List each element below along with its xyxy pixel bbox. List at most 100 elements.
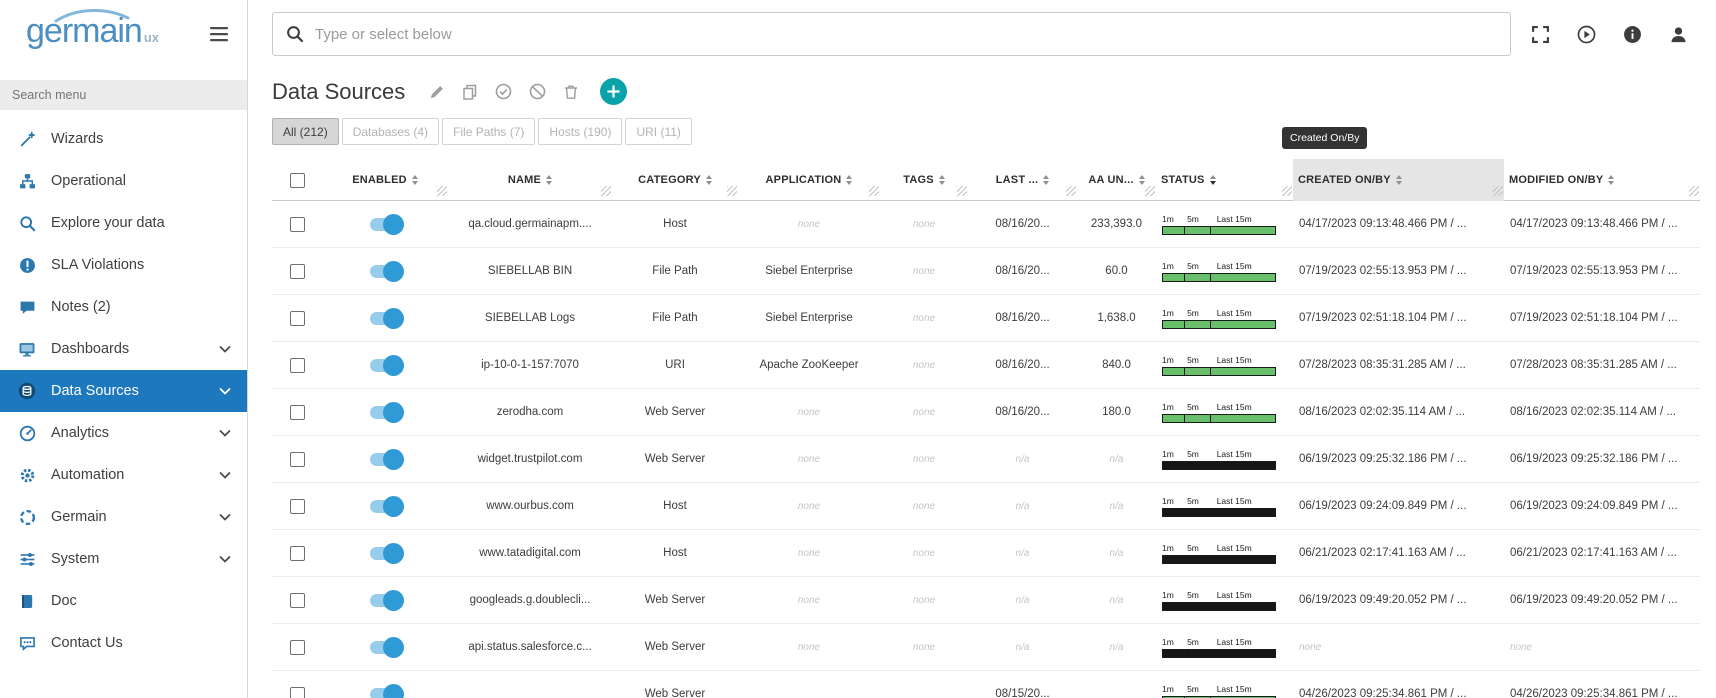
sort-icon[interactable] (706, 175, 712, 185)
sidebar-item-sla-violations[interactable]: SLA Violations (0, 244, 247, 286)
column-header-modified[interactable]: MODIFIED ON/BY (1504, 159, 1700, 201)
row-checkbox[interactable] (290, 358, 305, 373)
sort-icon[interactable] (1396, 175, 1402, 185)
column-header-status[interactable]: STATUS (1156, 159, 1293, 201)
enabled-toggle[interactable] (370, 500, 400, 513)
column-resize-handle[interactable] (1689, 186, 1699, 196)
sort-icon[interactable] (1043, 175, 1049, 185)
row-checkbox[interactable] (290, 546, 305, 561)
name-cell[interactable]: SIEBELLAB Logs (448, 295, 612, 341)
name-cell[interactable]: qa.cloud.germainapm.... (448, 201, 612, 247)
name-cell[interactable]: SIEBELLAB BIN (448, 248, 612, 294)
name-cell[interactable]: www.ourbus.com (448, 483, 612, 529)
row-checkbox[interactable] (290, 687, 305, 698)
hamburger-menu-icon[interactable] (209, 26, 229, 42)
approve-icon[interactable] (495, 83, 512, 100)
sidebar-item-automation[interactable]: Automation (0, 454, 247, 496)
sort-icon[interactable] (939, 175, 945, 185)
sidebar-item-data-sources[interactable]: Data Sources (0, 370, 247, 412)
user-icon[interactable] (1669, 25, 1688, 44)
row-checkbox[interactable] (290, 217, 305, 232)
column-header-tags[interactable]: TAGS (880, 159, 968, 201)
sort-icon[interactable] (546, 175, 552, 185)
table-row[interactable]: Web Server 08/15/20... 1m5mLast 15m 04/2… (272, 671, 1700, 698)
tab-databases[interactable]: Databases (4) (342, 118, 439, 145)
table-row[interactable]: widget.trustpilot.com Web Server none no… (272, 436, 1700, 483)
disable-icon[interactable] (529, 83, 546, 100)
sidebar-item-germain[interactable]: Germain (0, 496, 247, 538)
table-row[interactable]: SIEBELLAB Logs File Path Siebel Enterpri… (272, 295, 1700, 342)
table-row[interactable]: zerodha.com Web Server none none 08/16/2… (272, 389, 1700, 436)
table-row[interactable]: ip-10-0-1-157:7070 URI Apache ZooKeeper … (272, 342, 1700, 389)
row-checkbox[interactable] (290, 593, 305, 608)
enabled-toggle[interactable] (370, 312, 400, 325)
column-resize-handle[interactable] (1493, 186, 1503, 196)
name-cell[interactable]: api.status.salesforce.c... (448, 624, 612, 670)
sidebar-item-wizards[interactable]: Wizards (0, 118, 247, 160)
column-resize-handle[interactable] (601, 186, 611, 196)
column-header-application[interactable]: APPLICATION (738, 159, 880, 201)
sort-icon[interactable] (846, 175, 852, 185)
column-resize-handle[interactable] (1145, 186, 1155, 196)
column-resize-handle[interactable] (957, 186, 967, 196)
name-cell[interactable]: widget.trustpilot.com (448, 436, 612, 482)
column-header-created[interactable]: CREATED ON/BY (1293, 159, 1504, 201)
column-header-name[interactable]: NAME (448, 159, 612, 201)
sidebar-item-operational[interactable]: Operational (0, 160, 247, 202)
play-circle-icon[interactable] (1577, 25, 1596, 44)
sidebar-item-notes[interactable]: Notes (2) (0, 286, 247, 328)
enabled-toggle[interactable] (370, 594, 400, 607)
row-checkbox[interactable] (290, 640, 305, 655)
name-cell[interactable]: ip-10-0-1-157:7070 (448, 342, 612, 388)
enabled-toggle[interactable] (370, 453, 400, 466)
column-resize-handle[interactable] (1066, 186, 1076, 196)
global-search-input[interactable] (315, 26, 1497, 43)
copy-icon[interactable] (462, 84, 478, 100)
sidebar-item-analytics[interactable]: Analytics (0, 412, 247, 454)
sidebar-item-dashboards[interactable]: Dashboards (0, 328, 247, 370)
name-cell[interactable] (448, 671, 612, 698)
enabled-toggle[interactable] (370, 359, 400, 372)
column-resize-handle[interactable] (869, 186, 879, 196)
table-row[interactable]: www.tatadigital.com Host none none n/a n… (272, 530, 1700, 577)
column-header-last[interactable]: LAST ... (968, 159, 1077, 201)
tab-hosts[interactable]: Hosts (190) (538, 118, 622, 145)
info-icon[interactable] (1623, 25, 1642, 44)
tab-file-paths[interactable]: File Paths (7) (442, 118, 535, 145)
column-header-enabled[interactable]: ENABLED (322, 159, 448, 201)
table-row[interactable]: SIEBELLAB BIN File Path Siebel Enterpris… (272, 248, 1700, 295)
table-row[interactable]: api.status.salesforce.c... Web Server no… (272, 624, 1700, 671)
sort-icon[interactable] (1139, 175, 1145, 185)
column-header-category[interactable]: CATEGORY (612, 159, 738, 201)
sidebar-item-explore[interactable]: Explore your data (0, 202, 247, 244)
enabled-toggle[interactable] (370, 688, 400, 698)
enabled-toggle[interactable] (370, 406, 400, 419)
fullscreen-icon[interactable] (1531, 25, 1550, 44)
sort-icon[interactable] (1608, 175, 1614, 185)
add-button[interactable] (600, 78, 627, 105)
column-header-aa-un[interactable]: AA UN... (1077, 159, 1156, 201)
select-all-checkbox[interactable] (290, 173, 305, 188)
enabled-toggle[interactable] (370, 218, 400, 231)
tab-uri[interactable]: URI (11) (625, 118, 691, 145)
edit-icon[interactable] (429, 84, 445, 100)
name-cell[interactable]: www.tatadigital.com (448, 530, 612, 576)
table-row[interactable]: qa.cloud.germainapm.... Host none none 0… (272, 201, 1700, 248)
row-checkbox[interactable] (290, 311, 305, 326)
tab-all[interactable]: All (212) (272, 118, 339, 145)
germain-logo[interactable]: germainux (26, 12, 159, 51)
name-cell[interactable]: googleads.g.doublecli... (448, 577, 612, 623)
row-checkbox[interactable] (290, 452, 305, 467)
sidebar-search-input[interactable] (0, 80, 247, 110)
sidebar-item-contact-us[interactable]: Contact Us (0, 622, 247, 664)
column-resize-handle[interactable] (727, 186, 737, 196)
delete-icon[interactable] (563, 84, 579, 100)
table-row[interactable]: googleads.g.doublecli... Web Server none… (272, 577, 1700, 624)
sidebar-item-doc[interactable]: Doc (0, 580, 247, 622)
enabled-toggle[interactable] (370, 265, 400, 278)
enabled-toggle[interactable] (370, 547, 400, 560)
enabled-toggle[interactable] (370, 641, 400, 654)
name-cell[interactable]: zerodha.com (448, 389, 612, 435)
column-resize-handle[interactable] (437, 186, 447, 196)
table-row[interactable]: www.ourbus.com Host none none n/a n/a 1m… (272, 483, 1700, 530)
